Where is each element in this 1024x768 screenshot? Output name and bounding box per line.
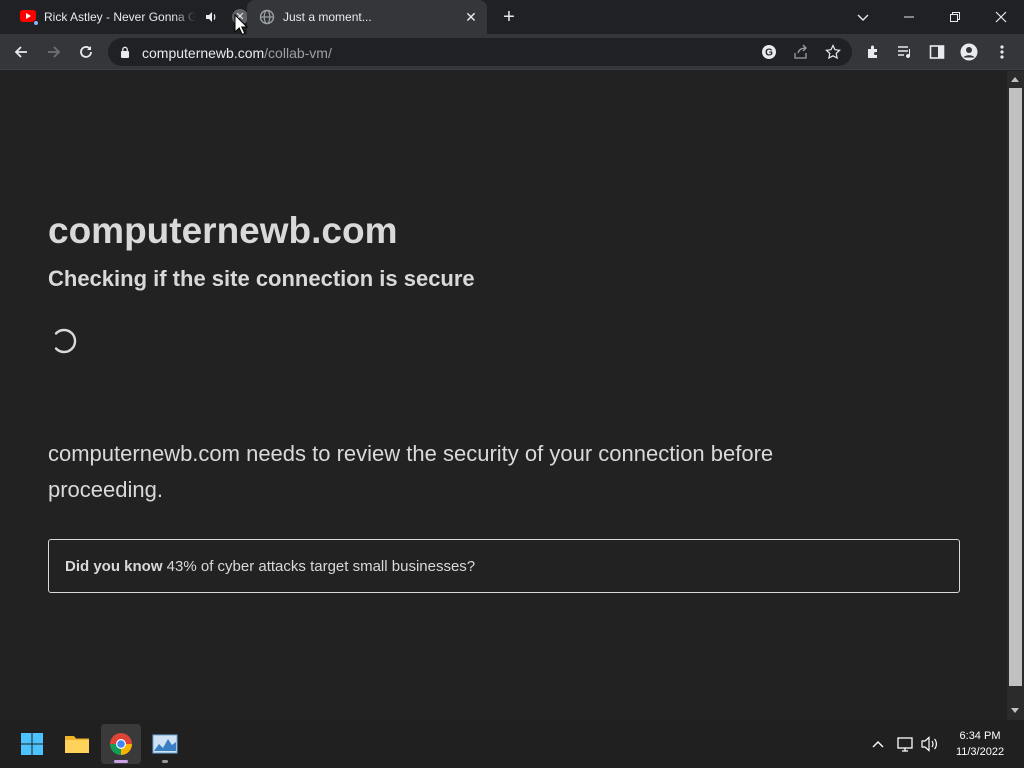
lock-icon[interactable] (120, 46, 130, 58)
restore-button[interactable] (932, 0, 978, 34)
did-you-know-label: Did you know (65, 558, 163, 575)
active-app-indicator (114, 760, 128, 763)
did-you-know-box: Did you know 43% of cyber attacks target… (48, 539, 960, 593)
extensions-button[interactable] (862, 41, 884, 63)
profile-icon (960, 43, 978, 61)
url-text[interactable]: computernewb.com/collab-vm/ (142, 45, 332, 61)
side-panel-button[interactable] (926, 41, 948, 63)
address-bar[interactable]: computernewb.com/collab-vm/ G (108, 38, 852, 66)
tab-just-a-moment-close-button[interactable]: ✕ (463, 9, 479, 25)
task-manager-button[interactable] (145, 724, 185, 764)
chevron-up-icon (872, 741, 884, 748)
reload-icon (80, 46, 92, 58)
tab-youtube[interactable]: Rick Astley - Never Gonna Give You Up ✕ (8, 0, 248, 34)
side-panel-icon (929, 45, 945, 59)
restore-icon (950, 12, 960, 22)
bookmark-star-icon[interactable] (825, 44, 841, 60)
page-content: computernewb.com Checking if the site co… (0, 71, 1007, 720)
windows-logo-icon (21, 733, 43, 755)
folder-icon (65, 736, 89, 753)
audio-playing-icon[interactable] (204, 10, 218, 24)
close-window-button[interactable] (978, 0, 1024, 34)
clock-time: 6:34 PM (959, 730, 1001, 742)
start-button[interactable] (12, 724, 52, 764)
reload-button[interactable] (75, 41, 97, 63)
open-app-indicator (162, 760, 168, 763)
scrollbar-thumb[interactable] (1009, 88, 1022, 686)
back-button[interactable] (10, 41, 32, 63)
google-lens-icon[interactable]: G (761, 44, 777, 60)
tab-youtube-title: Rick Astley - Never Gonna Give You Up (44, 10, 196, 24)
tab-strip: Rick Astley - Never Gonna Give You Up ✕ … (0, 0, 1024, 34)
performance-graph-icon (152, 734, 178, 754)
clock-date: 11/3/2022 (955, 746, 1005, 758)
security-review-text: computernewb.com needs to review the sec… (48, 441, 774, 502)
tab-search-button[interactable] (840, 0, 886, 34)
media-controls-button[interactable] (894, 41, 916, 63)
url-domain: computernewb.com (142, 45, 265, 61)
system-clock[interactable]: 6:34 PM 11/3/2022 (948, 728, 1012, 760)
scroll-up-arrow-icon[interactable] (1011, 77, 1019, 82)
minimize-button[interactable] (886, 0, 932, 34)
arrow-right-icon (48, 46, 61, 58)
music-queue-icon (898, 46, 911, 59)
network-button[interactable] (896, 734, 916, 754)
taskbar: 6:34 PM 11/3/2022 (0, 720, 1024, 768)
recording-dot-icon (33, 20, 39, 26)
globe-icon (259, 9, 275, 25)
mouse-cursor-icon (234, 14, 248, 36)
browser-toolbar: computernewb.com/collab-vm/ G (0, 34, 1024, 70)
did-you-know-text: 43% of cyber attacks target small busine… (162, 558, 476, 575)
url-path: /collab-vm/ (264, 45, 332, 61)
svg-text:G: G (765, 48, 773, 59)
show-hidden-icons-button[interactable] (868, 734, 888, 754)
speaker-icon (921, 736, 937, 752)
page-scrollbar[interactable] (1007, 71, 1024, 720)
scroll-down-arrow-icon[interactable] (1011, 708, 1019, 713)
menu-button[interactable] (991, 41, 1013, 63)
page-subtitle: Checking if the site connection is secur… (48, 266, 475, 291)
new-tab-button[interactable]: + (500, 7, 518, 27)
tab-just-a-moment-title: Just a moment... (283, 10, 372, 24)
file-explorer-button[interactable] (57, 724, 97, 764)
volume-button[interactable] (920, 734, 940, 754)
network-icon (897, 737, 913, 752)
site-title: computernewb.com (48, 210, 398, 251)
forward-button[interactable] (43, 41, 65, 63)
kebab-menu-icon (1000, 45, 1004, 59)
profile-button[interactable] (958, 41, 980, 63)
chrome-icon (110, 733, 132, 755)
loading-spinner-icon (54, 328, 77, 354)
minimize-icon (904, 16, 914, 18)
arrow-left-icon (14, 46, 27, 58)
share-icon[interactable] (793, 44, 809, 60)
puzzle-icon (868, 45, 877, 58)
close-icon (995, 11, 1007, 23)
chevron-down-icon (857, 14, 869, 21)
tab-just-a-moment[interactable]: Just a moment... ✕ (247, 0, 487, 34)
chrome-taskbar-button[interactable] (101, 724, 141, 764)
